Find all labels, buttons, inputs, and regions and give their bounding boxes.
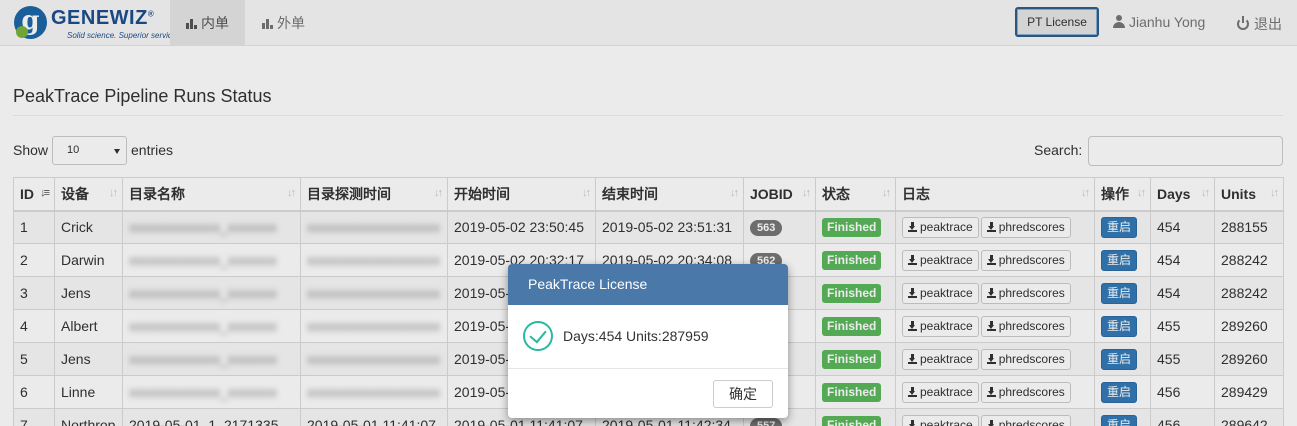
modal-body: Days:454 Units:287959 [508,305,788,369]
confirm-button[interactable]: 确定 [713,380,773,408]
modal-message: Days:454 Units:287959 [563,328,709,344]
modal-title: PeakTrace License [508,264,788,305]
check-circle-icon [523,321,553,351]
license-modal: PeakTrace License Days:454 Units:287959 … [508,264,788,418]
